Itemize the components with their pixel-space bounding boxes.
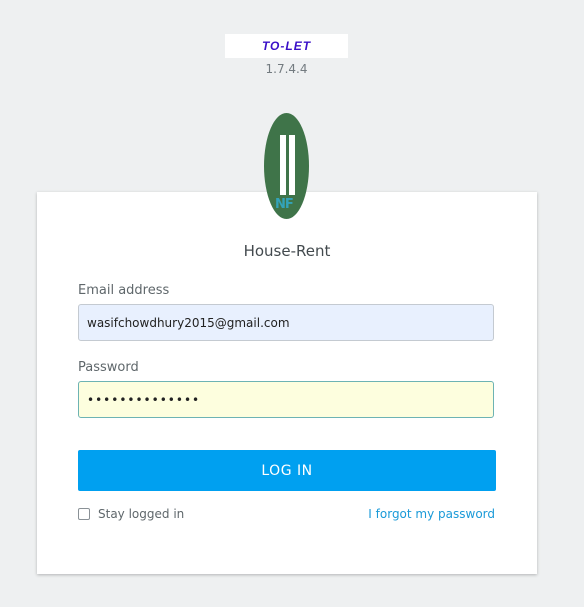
avatar-bar-left [280,135,286,195]
password-field[interactable]: •••••••••••••• [78,381,494,418]
brand-logo-text: TO-LET [261,39,312,53]
app-version: 1.7.4.4 [265,62,308,76]
avatar-bar-right [289,135,295,195]
avatar-mark: NF [275,197,294,212]
login-card: House-Rent Email address wasifchowdhury2… [37,192,537,574]
stay-logged-in-checkbox[interactable] [78,508,90,520]
password-label: Password [78,360,139,375]
stay-logged-in[interactable]: Stay logged in [78,507,184,521]
email-field[interactable]: wasifchowdhury2015@gmail.com [78,304,494,341]
forgot-password-link[interactable]: I forgot my password [368,507,495,521]
profile-avatar-icon: NF [264,113,309,219]
stay-logged-in-label: Stay logged in [98,507,185,521]
login-button[interactable]: LOG IN [78,450,496,491]
app-name: House-Rent [243,242,331,260]
email-label: Email address [78,283,170,298]
brand-logo: TO-LET [225,34,348,58]
